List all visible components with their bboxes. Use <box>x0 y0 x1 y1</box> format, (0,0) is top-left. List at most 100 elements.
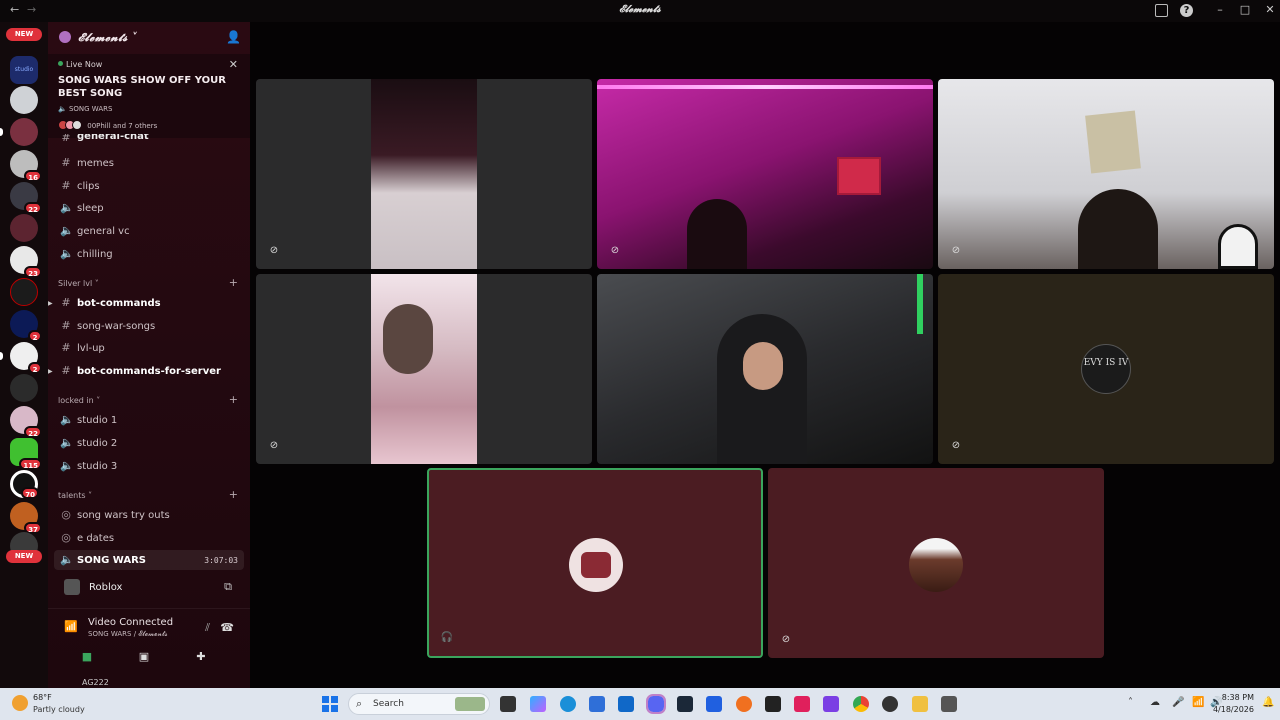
chrome-icon[interactable] <box>853 696 869 712</box>
voice-channel-sleep[interactable]: 🔈 sleep <box>54 198 244 218</box>
muted-mic-icon: ⊘ <box>269 245 279 256</box>
server-icon[interactable] <box>10 86 38 114</box>
server-icon[interactable]: 2 <box>10 310 42 342</box>
signal-icon[interactable]: 📶 <box>64 620 78 633</box>
add-channel-icon[interactable]: + <box>229 276 238 289</box>
voice-channel-studio-3[interactable]: 🔈 studio 3 <box>54 456 244 476</box>
stage-channel-song-wars-try-outs[interactable]: ◎ song wars try outs <box>54 505 244 525</box>
video-tile[interactable]: EVY IS IV ⊘ <box>938 274 1274 464</box>
voice-location[interactable]: SONG WARS / 𝓔𝓵𝓮𝓶𝓮𝓷𝓽𝓼 <box>88 630 168 639</box>
capcut-icon[interactable] <box>941 696 957 712</box>
server-icon[interactable] <box>10 118 38 146</box>
add-channel-icon[interactable]: + <box>229 393 238 406</box>
weather-icon[interactable] <box>12 695 28 711</box>
camera-button[interactable]: ■ <box>76 648 98 666</box>
channel-song-war-songs[interactable]: # song-war-songs <box>54 316 244 336</box>
inbox-icon[interactable] <box>1155 4 1168 17</box>
channel-sidebar: 𝓔𝓵𝓮𝓶𝓮𝓷𝓽𝓼 ˅ 👤 Live Now ✕ SONG WARS SHOW O… <box>48 22 263 688</box>
category-silver-lvl[interactable]: Silver lvl ˅ <box>58 279 99 288</box>
video-tile[interactable]: ⊘ <box>256 79 592 269</box>
video-tile[interactable]: ⊘ <box>256 274 592 464</box>
channel-memes[interactable]: # memes <box>54 153 244 173</box>
server-icon[interactable]: 2 <box>10 342 42 374</box>
video-tile-speaking[interactable]: 🎧 <box>427 468 763 658</box>
network-icon[interactable]: ☁ <box>1150 697 1160 708</box>
terminal-icon[interactable] <box>765 696 781 712</box>
server-icon[interactable]: 37 <box>10 502 42 534</box>
app-icon[interactable] <box>706 696 722 712</box>
video-tile[interactable]: ⊘ <box>938 79 1274 269</box>
edge-icon[interactable] <box>560 696 576 712</box>
discord-icon[interactable] <box>646 694 666 714</box>
voice-channel-general-vc[interactable]: 🔈 general vc <box>54 221 244 241</box>
screen-share-button[interactable]: ▣ <box>133 648 155 666</box>
channel-clips[interactable]: # clips <box>54 176 244 196</box>
category-talents[interactable]: talents ˅ <box>58 491 92 500</box>
chevron-up-icon[interactable]: ˄ <box>1128 697 1133 708</box>
taskbar-search[interactable]: ⌕ Search <box>348 693 490 715</box>
speaker-icon: 🔈 <box>60 436 74 449</box>
store-icon[interactable] <box>589 696 605 712</box>
close-window-button[interactable]: ✕ <box>1260 2 1280 18</box>
outlook-icon[interactable] <box>618 696 634 712</box>
new-badge: NEW <box>6 550 42 563</box>
wifi-icon[interactable]: 📶 <box>1192 697 1204 708</box>
server-icon[interactable]: 16 <box>10 150 42 182</box>
github-icon[interactable] <box>882 696 898 712</box>
server-icon[interactable]: 70 <box>10 470 39 499</box>
video-tile[interactable] <box>597 274 933 464</box>
channel-general-chat[interactable]: # general-chat <box>54 134 244 146</box>
voice-channel-chilling[interactable]: 🔈 chilling <box>54 244 244 264</box>
start-button[interactable] <box>322 696 338 712</box>
hash-icon: # <box>61 319 71 332</box>
steam-icon[interactable] <box>677 696 693 712</box>
video-tile[interactable]: ⊘ <box>597 79 933 269</box>
copilot-icon[interactable] <box>530 696 546 712</box>
close-icon[interactable]: ✕ <box>229 58 238 71</box>
channel-lvl-up[interactable]: # lvl-up <box>54 338 244 358</box>
noise-suppression-icon[interactable]: ⫽ <box>205 621 210 635</box>
file-explorer-icon[interactable] <box>912 696 928 712</box>
channel-bot-commands-for-server[interactable]: ▶ # bot-commands-for-server <box>48 361 244 381</box>
help-icon[interactable]: ? <box>1180 4 1193 17</box>
clock[interactable]: 8:38 PM 4/18/2026 <box>1213 692 1254 716</box>
notification-icon[interactable]: 🔔 <box>1262 697 1274 708</box>
roblox-icon <box>64 579 80 595</box>
wall-poster <box>837 157 881 195</box>
server-icon[interactable]: studio <box>10 56 38 84</box>
microphone-icon[interactable]: 🎤 <box>1172 697 1184 708</box>
live-stage-card[interactable]: Live Now ✕ SONG WARS SHOW OFF YOUR BEST … <box>48 54 250 138</box>
video-tile[interactable]: ⊘ <box>768 468 1104 658</box>
minimize-button[interactable]: – <box>1210 2 1230 18</box>
file-app-icon[interactable] <box>500 696 516 712</box>
server-icon[interactable] <box>10 278 38 306</box>
firefox-icon[interactable] <box>736 696 752 712</box>
muted-mic-icon: ⊘ <box>781 634 791 645</box>
screen-share-icon[interactable]: ⧉ <box>224 580 232 594</box>
activity-panel[interactable]: Roblox ⧉ <box>48 576 250 598</box>
search-icon: ⌕ <box>356 697 363 710</box>
weather-temperature: 68°F <box>33 693 52 702</box>
server-icon[interactable]: 22 <box>10 406 42 438</box>
voice-channel-studio-2[interactable]: 🔈 studio 2 <box>54 433 244 453</box>
server-icon[interactable] <box>10 214 38 242</box>
maximize-button[interactable]: □ <box>1235 2 1255 18</box>
add-channel-icon[interactable]: + <box>229 488 238 501</box>
invite-people-icon[interactable]: 👤 <box>226 30 241 44</box>
server-icon[interactable]: 23 <box>10 246 42 278</box>
activities-button[interactable]: ✚ <box>190 648 212 666</box>
server-icon[interactable]: 115 <box>10 438 42 470</box>
vegas-icon[interactable] <box>823 696 839 712</box>
server-icon[interactable]: 22 <box>10 182 42 214</box>
channel-bot-commands[interactable]: ▶ # bot-commands <box>48 293 244 313</box>
stage-channel-e-dates[interactable]: ◎ e dates <box>54 528 244 548</box>
category-locked-in[interactable]: locked in ˅ <box>58 396 100 405</box>
user-panel[interactable]: AG222 <box>48 678 250 688</box>
tiktok-icon[interactable] <box>794 696 810 712</box>
voice-channel-song-wars[interactable]: 🔈 SONG WARS 3:07:03 <box>54 550 244 570</box>
speaker-icon: 🔈 <box>60 201 74 214</box>
guild-header[interactable]: 𝓔𝓵𝓮𝓶𝓮𝓷𝓽𝓼 ˅ 👤 <box>48 22 250 54</box>
voice-channel-studio-1[interactable]: 🔈 studio 1 <box>54 410 244 430</box>
server-icon[interactable] <box>10 374 38 402</box>
disconnect-icon[interactable]: ☎ <box>220 621 234 634</box>
